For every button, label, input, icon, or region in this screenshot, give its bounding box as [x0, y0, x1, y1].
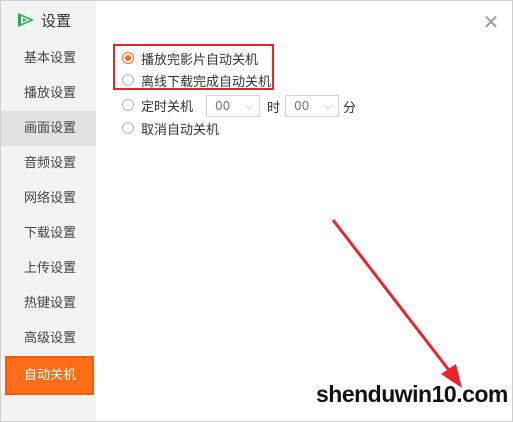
sidebar-item-audio[interactable]: 音频设置 — [1, 146, 96, 181]
hour-select[interactable]: 00 ⌵ — [206, 95, 260, 117]
sidebar-item-download[interactable]: 下载设置 — [1, 216, 96, 251]
sidebar-item-auto-shutdown[interactable]: 自动关机 — [5, 356, 94, 395]
sidebar-item-basic[interactable]: 基本设置 — [1, 41, 96, 76]
app-logo-icon — [18, 13, 34, 27]
sidebar-item-display[interactable]: 画面设置 — [1, 111, 96, 146]
option-timed[interactable]: 定时关机 — [122, 95, 193, 115]
minute-select[interactable]: 00 ⌵ — [285, 95, 339, 117]
chevron-down-icon: ⌵ — [244, 99, 253, 112]
watermark: shenduwin10.com — [316, 381, 508, 407]
app-title: 设置 — [41, 12, 72, 30]
hour-value: 00 — [215, 99, 231, 113]
minute-unit: 分 — [343, 101, 357, 116]
minute-value: 00 — [294, 99, 310, 113]
radio-icon[interactable] — [122, 122, 134, 134]
option-cancel[interactable]: 取消自动关机 — [122, 118, 219, 138]
sidebar-item-hotkeys[interactable]: 热键设置 — [1, 286, 96, 321]
radio-icon[interactable] — [122, 99, 134, 111]
sidebar-item-network[interactable]: 网络设置 — [1, 181, 96, 216]
highlight-annotation-box — [113, 44, 274, 90]
hour-unit: 时 — [267, 101, 281, 116]
settings-window: 设置 基本设置 播放设置 画面设置 音频设置 网络设置 下载设置 上传设置 热键… — [0, 0, 513, 422]
sidebar-item-upload[interactable]: 上传设置 — [1, 251, 96, 286]
sidebar: 设置 基本设置 播放设置 画面设置 音频设置 网络设置 下载设置 上传设置 热键… — [1, 1, 96, 421]
sidebar-item-playback[interactable]: 播放设置 — [1, 76, 96, 111]
option-timed-label: 定时关机 — [141, 99, 194, 115]
sidebar-item-advanced[interactable]: 高级设置 — [1, 321, 96, 356]
option-cancel-label: 取消自动关机 — [141, 122, 220, 138]
chevron-down-icon: ⌵ — [323, 99, 332, 112]
close-icon[interactable]: ✕ — [482, 12, 500, 32]
